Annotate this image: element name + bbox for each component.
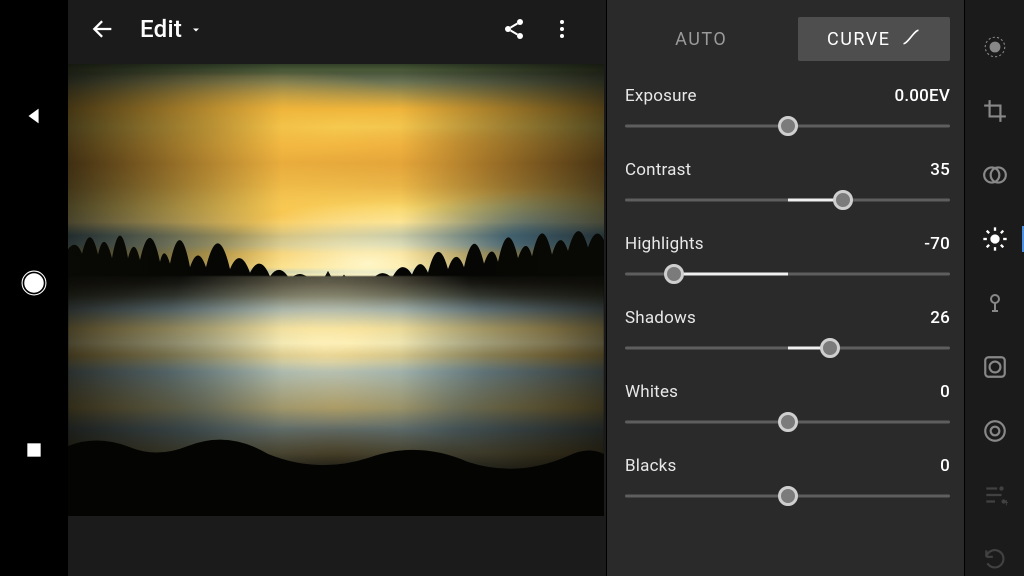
light-tool[interactable] xyxy=(975,222,1015,256)
slider-label: Whites xyxy=(625,382,678,402)
slider-label: Exposure xyxy=(625,86,697,106)
auto-tab[interactable]: AUTO xyxy=(625,17,778,61)
slider-track-contrast[interactable] xyxy=(625,190,950,210)
slider-value: 35 xyxy=(930,160,950,180)
effects-tool[interactable] xyxy=(975,350,1015,384)
color-tool[interactable] xyxy=(975,286,1015,320)
presets-tool[interactable]: + xyxy=(975,478,1015,512)
screen-title-dropdown[interactable]: Edit xyxy=(140,15,202,43)
slider-exposure: Exposure 0.00EV xyxy=(625,86,950,136)
overflow-menu-button[interactable] xyxy=(538,5,586,53)
undo-button[interactable] xyxy=(975,542,1015,576)
slider-value: 0 xyxy=(940,456,950,476)
slider-thumb[interactable] xyxy=(820,338,840,358)
slider-thumb[interactable] xyxy=(778,486,798,506)
slider-value: 0 xyxy=(940,382,950,402)
crop-tool[interactable] xyxy=(975,94,1015,128)
curve-icon xyxy=(901,27,921,52)
slider-track-highlights[interactable] xyxy=(625,264,950,284)
screen-title: Edit xyxy=(140,15,182,43)
back-button[interactable] xyxy=(78,5,126,53)
curve-tab[interactable]: CURVE xyxy=(798,17,951,61)
slider-shadows: Shadows 26 xyxy=(625,308,950,358)
slider-thumb[interactable] xyxy=(833,190,853,210)
slider-contrast: Contrast 35 xyxy=(625,160,950,210)
svg-text:+: + xyxy=(1003,498,1007,508)
slider-track-whites[interactable] xyxy=(625,412,950,432)
slider-thumb[interactable] xyxy=(664,264,684,284)
lens-blur-tool[interactable] xyxy=(975,30,1015,64)
detail-tool[interactable] xyxy=(975,414,1015,448)
dropdown-caret-icon xyxy=(190,21,202,40)
system-back-button[interactable] xyxy=(18,100,50,132)
system-recents-button[interactable] xyxy=(18,434,50,466)
slider-highlights: Highlights -70 xyxy=(625,234,950,284)
slider-track-exposure[interactable] xyxy=(625,116,950,136)
slider-value: -70 xyxy=(924,234,950,254)
slider-blacks: Blacks 0 xyxy=(625,456,950,506)
image-canvas[interactable] xyxy=(68,58,606,576)
slider-value: 26 xyxy=(930,308,950,328)
slider-track-blacks[interactable] xyxy=(625,486,950,506)
slider-value: 0.00EV xyxy=(895,86,951,106)
slider-label: Shadows xyxy=(625,308,696,328)
slider-label: Contrast xyxy=(625,160,691,180)
system-home-button[interactable] xyxy=(18,267,50,299)
slider-thumb[interactable] xyxy=(778,116,798,136)
slider-label: Highlights xyxy=(625,234,704,254)
slider-track-shadows[interactable] xyxy=(625,338,950,358)
profiles-tool[interactable] xyxy=(975,158,1015,192)
slider-label: Blacks xyxy=(625,456,676,476)
share-button[interactable] xyxy=(490,5,538,53)
slider-whites: Whites 0 xyxy=(625,382,950,432)
slider-thumb[interactable] xyxy=(778,412,798,432)
